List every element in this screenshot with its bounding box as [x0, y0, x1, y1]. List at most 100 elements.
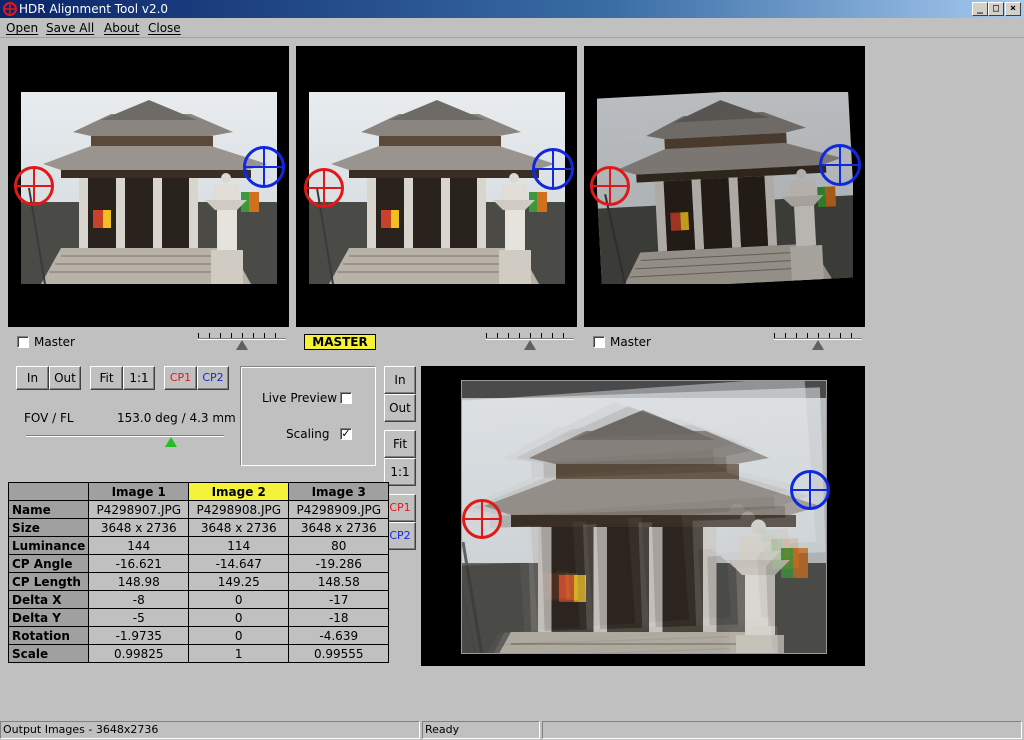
table-cell: -14.647 [188, 554, 290, 573]
window-title: HDR Alignment Tool v2.0 [19, 2, 169, 16]
table-cell: 0 [188, 590, 290, 609]
row-label: Delta X [7, 590, 90, 609]
table-row: CP Length 148.98 149.25 148.58 [7, 572, 390, 591]
slider-thumb[interactable] [812, 340, 824, 350]
table-cell: -18 [288, 608, 390, 627]
image-3-slider[interactable] [774, 333, 862, 350]
live-preview-checkbox[interactable] [340, 392, 352, 404]
table-cell: 3648 x 2736 [88, 518, 190, 537]
table-cell: P4298907.JPG [88, 500, 190, 519]
cp1-button[interactable]: CP1 [164, 366, 197, 390]
row-label: Name [7, 500, 90, 519]
scaling-checkbox[interactable]: ✓ [340, 428, 352, 440]
cp1-marker[interactable] [590, 166, 630, 206]
table-cell: 0 [188, 608, 290, 627]
table-cell: 114 [188, 536, 290, 555]
table-header-image-1[interactable]: Image 1 [88, 482, 190, 501]
master-badge: MASTER [304, 334, 376, 350]
preview-zoom-in-button[interactable]: In [384, 366, 416, 394]
slider-thumb[interactable] [524, 340, 536, 350]
live-preview-label: Live Preview [262, 391, 338, 405]
preview-photo [461, 380, 827, 654]
table-header-image-2[interactable]: Image 2 [188, 482, 290, 501]
status-state: Ready [422, 721, 540, 739]
status-extra [542, 721, 1022, 739]
table-cell: P4298908.JPG [188, 500, 290, 519]
table-row: Delta X -8 0 -17 [7, 590, 390, 609]
table-cell: 0.99555 [288, 644, 390, 663]
fit-button[interactable]: Fit [90, 366, 123, 390]
table-cell: 144 [88, 536, 190, 555]
table-header-image-3[interactable]: Image 3 [288, 482, 390, 501]
image-1-photo [21, 92, 277, 284]
image-panel-3[interactable] [584, 46, 865, 327]
table-cell: -8 [88, 590, 190, 609]
status-bar: Output Images - 3648x2736 Ready [0, 720, 1024, 740]
cp1-marker[interactable] [304, 168, 344, 208]
table-row: CP Angle -16.621 -14.647 -19.286 [7, 554, 390, 573]
zoom-in-button[interactable]: In [16, 366, 49, 390]
status-output: Output Images - 3648x2736 [0, 721, 420, 739]
row-label: Scale [7, 644, 90, 663]
table-row: Rotation -1.9735 0 -4.639 [7, 626, 390, 645]
fov-slider-thumb[interactable] [164, 437, 177, 447]
table-cell: 148.58 [288, 572, 390, 591]
table-row: Scale 0.99825 1 0.99555 [7, 644, 390, 663]
image-3-photo [597, 92, 853, 284]
table-row: Name P4298907.JPG P4298908.JPG P4298909.JPG [7, 500, 390, 519]
cp2-marker[interactable] [243, 146, 285, 188]
fov-slider[interactable] [26, 431, 224, 447]
master-checkbox-3[interactable] [593, 336, 605, 348]
table-cell: 0.99825 [88, 644, 190, 663]
minimize-button[interactable]: _ [972, 2, 988, 16]
cp2-marker[interactable] [819, 144, 861, 186]
alignment-preview[interactable] [421, 366, 865, 666]
scaling-label: Scaling [286, 427, 330, 441]
preview-fit-button[interactable]: Fit [384, 430, 416, 458]
preview-zoom-out-button[interactable]: Out [384, 394, 416, 422]
slider-thumb[interactable] [236, 340, 248, 350]
table-row: Size 3648 x 2736 3648 x 2736 3648 x 2736 [7, 518, 390, 537]
cp1-marker[interactable] [14, 166, 54, 206]
one-to-one-button[interactable]: 1:1 [123, 366, 155, 390]
table-cell: -16.621 [88, 554, 190, 573]
table-cell: -17 [288, 590, 390, 609]
image-2-slider[interactable] [486, 333, 574, 350]
image-2-photo [309, 92, 565, 284]
zoom-out-button[interactable]: Out [49, 366, 81, 390]
table-cell: 0 [188, 626, 290, 645]
table-cell: 80 [288, 536, 390, 555]
cp2-marker[interactable] [532, 148, 574, 190]
table-row: Luminance 144 114 80 [7, 536, 390, 555]
menu-close[interactable]: Close [148, 20, 181, 36]
table-cell: -19.286 [288, 554, 390, 573]
close-window-button[interactable]: × [1005, 2, 1021, 16]
cp2-button[interactable]: CP2 [197, 366, 229, 390]
row-label: Luminance [7, 536, 90, 555]
master-label-1: Master [34, 335, 75, 349]
table-cell: 148.98 [88, 572, 190, 591]
fov-label: FOV / FL [24, 411, 74, 425]
maximize-button[interactable]: □ [988, 2, 1004, 16]
title-bar: HDR Alignment Tool v2.0 _ □ × [0, 0, 1024, 18]
image-panel-2[interactable] [296, 46, 577, 327]
menu-about[interactable]: About [104, 20, 139, 36]
table-cell: -1.9735 [88, 626, 190, 645]
row-label: CP Length [7, 572, 90, 591]
row-label: Rotation [7, 626, 90, 645]
menu-open[interactable]: Open [6, 20, 38, 36]
options-group [240, 366, 376, 466]
row-label: CP Angle [7, 554, 90, 573]
preview-cp1-marker[interactable] [462, 499, 502, 539]
master-label-3: Master [610, 335, 651, 349]
preview-cp2-marker[interactable] [790, 470, 830, 510]
menu-bar: Open Save All About Close [0, 18, 1024, 38]
row-label: Delta Y [7, 608, 90, 627]
image-info-table: Image 1 Image 2 Image 3 Name P4298907.JPG… [7, 482, 390, 663]
master-checkbox-1[interactable] [17, 336, 29, 348]
menu-save-all[interactable]: Save All [46, 20, 94, 36]
fov-value: 153.0 deg / 4.3 mm [117, 411, 236, 425]
image-1-slider[interactable] [198, 333, 286, 350]
table-cell: 149.25 [188, 572, 290, 591]
image-panel-1[interactable] [8, 46, 289, 327]
